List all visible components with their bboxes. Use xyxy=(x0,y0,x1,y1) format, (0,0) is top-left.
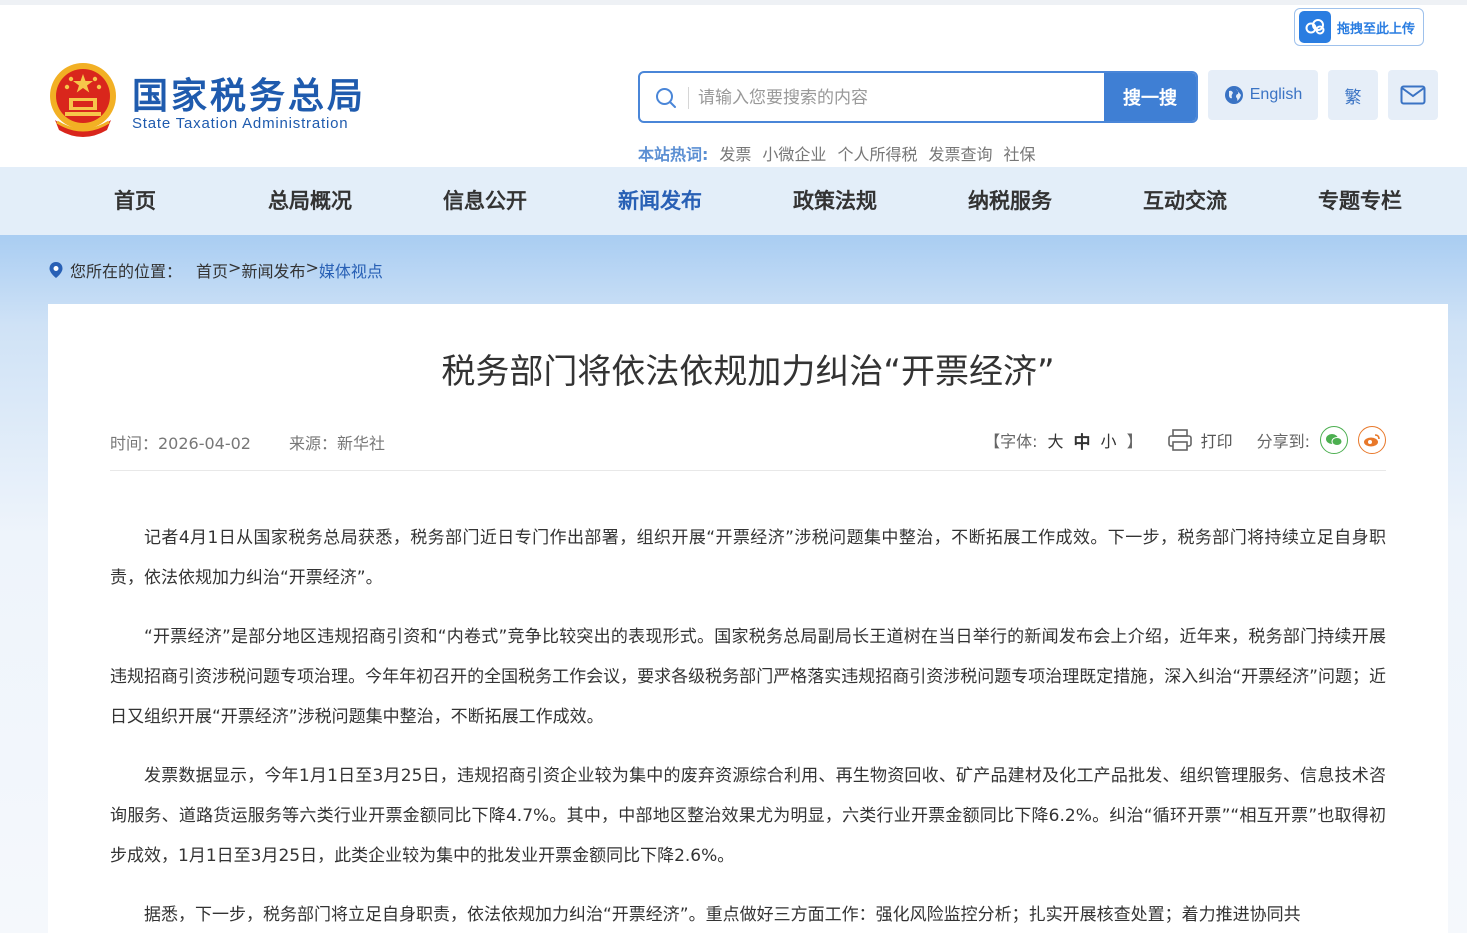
print-label: 打印 xyxy=(1200,432,1233,451)
article-card: 税务部门将依法依规加力纠治“开票经济” 时间：2026-04-02 来源：新华社… xyxy=(48,304,1448,933)
site-logo-subtitle[interactable]: State Taxation Administration xyxy=(132,115,348,132)
national-emblem-icon[interactable] xyxy=(47,60,119,138)
breadcrumb-label: 您所在的位置： xyxy=(70,262,183,281)
breadcrumb-separator: > xyxy=(228,258,242,277)
main-nav: 首页 总局概况 信息公开 新闻发布 政策法规 纳税服务 互动交流 专题专栏 xyxy=(0,167,1467,235)
font-size-close: 】 xyxy=(1126,432,1143,451)
font-size-small[interactable]: 小 xyxy=(1101,428,1117,452)
breadcrumb: 您所在的位置： 首页 > 新闻发布 > 媒体视点 xyxy=(48,258,383,282)
globe-icon xyxy=(1224,86,1243,104)
breadcrumb-section[interactable]: 新闻发布 xyxy=(241,258,305,282)
hotword-link[interactable]: 发票 xyxy=(719,141,751,165)
nav-item-disclosure[interactable]: 信息公开 xyxy=(425,167,545,235)
article-paragraph: 据悉，下一步，税务部门将立足自身职责，依法依规加力纠治“开票经济”。重点做好三方… xyxy=(144,905,1301,925)
nav-item-service[interactable]: 纳税服务 xyxy=(950,167,1070,235)
article-title: 税务部门将依法依规加力纠治“开票经济” xyxy=(441,352,1055,392)
hotwords-label: 本站热词: xyxy=(638,145,709,164)
article-body: 记者4月1日从国家税务总局获悉，税务部门近日专门作出部署，组织开展“开票经济”涉… xyxy=(110,518,1386,933)
publish-time: 时间：2026-04-02 xyxy=(110,434,251,453)
mail-button[interactable] xyxy=(1388,70,1438,120)
wechat-share-icon[interactable] xyxy=(1320,426,1348,454)
site-logo-title[interactable]: 国家税务总局 xyxy=(132,67,366,119)
site-header: 国家税务总局 State Taxation Administration 搜一搜… xyxy=(0,5,1467,167)
search-input[interactable] xyxy=(698,81,1098,115)
nav-item-news[interactable]: 新闻发布 xyxy=(600,167,720,235)
weibo-share-icon[interactable] xyxy=(1358,426,1386,454)
article-meta: 时间：2026-04-02 来源：新华社 xyxy=(110,430,385,454)
breadcrumb-home[interactable]: 首页 xyxy=(196,258,228,282)
breadcrumb-current[interactable]: 媒体视点 xyxy=(319,258,383,282)
hotword-link[interactable]: 发票查询 xyxy=(928,141,992,165)
article-paragraph: 记者4月1日从国家税务总局获悉，税务部门近日专门作出部署，组织开展“开票经济”涉… xyxy=(110,528,1386,588)
printer-icon xyxy=(1167,429,1192,451)
search-separator xyxy=(688,87,689,109)
search-box: 搜一搜 xyxy=(638,71,1198,123)
hotword-link[interactable]: 社保 xyxy=(1003,141,1035,165)
nav-item-overview[interactable]: 总局概况 xyxy=(250,167,370,235)
article-tools: 【字体: 大 中 小 】 打印 分享到: xyxy=(984,426,1386,454)
font-size-medium[interactable]: 中 xyxy=(1074,428,1091,453)
search-button[interactable]: 搜一搜 xyxy=(1104,73,1196,121)
drag-upload-badge[interactable]: 拖拽至此上传 xyxy=(1294,8,1424,46)
english-label: English xyxy=(1249,86,1303,103)
share-label: 分享到: xyxy=(1256,432,1310,451)
nav-item-home[interactable]: 首页 xyxy=(75,167,195,235)
cloud-upload-icon xyxy=(1299,11,1331,43)
nav-item-topics[interactable]: 专题专栏 xyxy=(1300,167,1420,235)
meta-divider xyxy=(110,470,1386,471)
nav-item-interaction[interactable]: 互动交流 xyxy=(1125,167,1245,235)
mail-icon xyxy=(1400,85,1426,105)
hotword-link[interactable]: 个人所得税 xyxy=(837,141,917,165)
breadcrumb-separator: > xyxy=(305,258,319,277)
english-version-button[interactable]: English xyxy=(1208,70,1318,120)
search-icon xyxy=(656,88,676,108)
article-paragraph: “开票经济”是部分地区违规招商引资和“内卷式”竞争比较突出的表现形式。国家税务总… xyxy=(110,627,1386,727)
traditional-chinese-button[interactable]: 繁 xyxy=(1328,70,1378,120)
article-paragraph: 发票数据显示，今年1月1日至3月25日，违规招商引资企业较为集中的废弃资源综合利… xyxy=(110,766,1386,866)
article-source: 来源：新华社 xyxy=(289,434,386,453)
print-button[interactable]: 打印 xyxy=(1167,428,1233,452)
hotword-link[interactable]: 小微企业 xyxy=(762,141,826,165)
upload-label: 拖拽至此上传 xyxy=(1337,21,1416,37)
font-size-large[interactable]: 大 xyxy=(1048,428,1064,452)
font-size-open: 【字体: xyxy=(984,432,1038,451)
hotwords: 本站热词: 发票 小微企业 个人所得税 发票查询 社保 xyxy=(638,141,1035,165)
location-pin-icon xyxy=(49,262,63,278)
nav-item-policy[interactable]: 政策法规 xyxy=(775,167,895,235)
